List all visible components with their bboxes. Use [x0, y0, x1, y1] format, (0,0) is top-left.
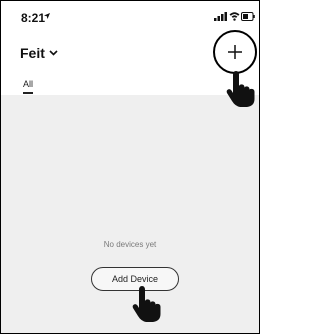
home-name: Feit — [20, 45, 45, 61]
status-time: 8:21 — [21, 11, 46, 25]
plus-icon — [228, 45, 242, 59]
hand-pointer-icon — [132, 286, 161, 322]
wifi-icon — [229, 12, 240, 21]
chevron-down-icon — [49, 50, 58, 56]
signal-icon — [214, 12, 227, 21]
home-selector[interactable]: Feit — [20, 45, 58, 61]
app-screen: 8:21 Feit All No devices yet Add Device — [0, 0, 260, 334]
add-device-plus-button[interactable] — [213, 30, 257, 74]
location-arrow-icon — [44, 13, 50, 19]
header: Feit All — [1, 30, 259, 95]
hand-pointer-icon — [226, 71, 255, 107]
empty-state-message: No devices yet — [103, 240, 157, 249]
battery-icon — [241, 12, 255, 21]
status-bar: 8:21 — [1, 1, 259, 33]
tab-all[interactable]: All — [23, 79, 34, 94]
